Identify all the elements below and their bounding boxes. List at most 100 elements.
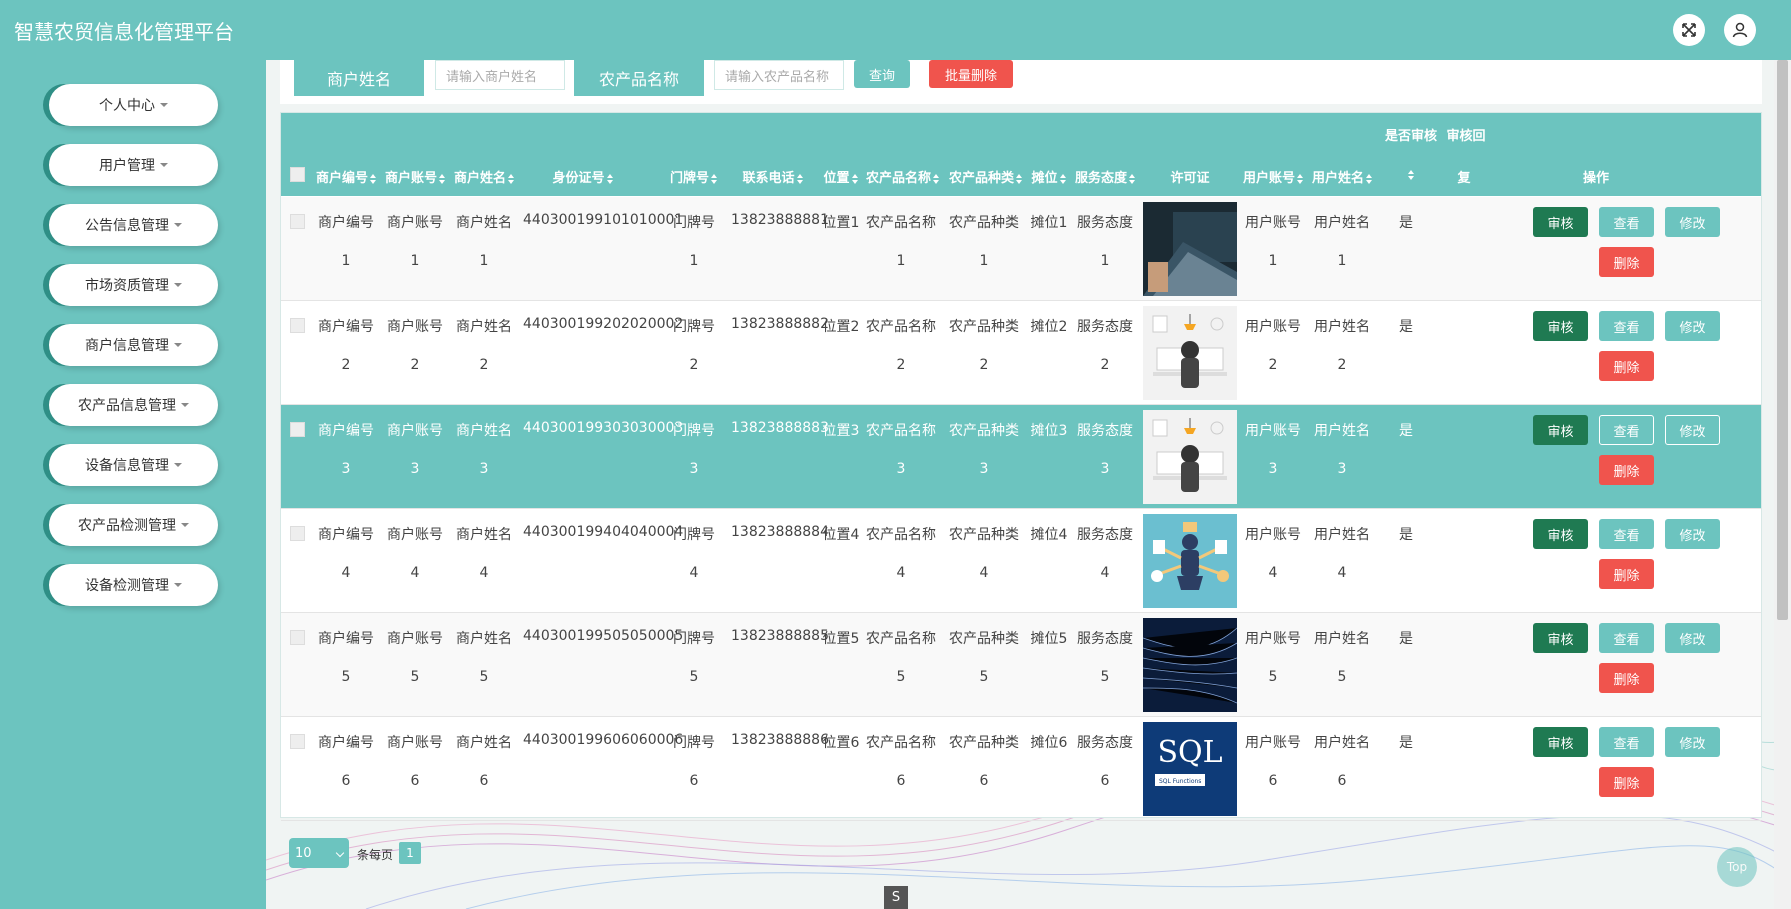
page-size-select[interactable]: 10 bbox=[289, 838, 349, 868]
col-merchant-name[interactable]: 商户姓名 bbox=[454, 167, 515, 186]
scrollbar-thumb[interactable] bbox=[1777, 60, 1788, 620]
fullscreen-button[interactable] bbox=[1673, 14, 1705, 46]
cell-phone: 13823888883 bbox=[731, 420, 829, 436]
merchant-name-input[interactable]: 请输入商户姓名 bbox=[435, 60, 565, 90]
row-checkbox[interactable] bbox=[290, 734, 305, 749]
back-to-top-button[interactable]: Top bbox=[1717, 847, 1757, 887]
view-button[interactable]: 查看 bbox=[1599, 311, 1654, 341]
delete-button[interactable]: 删除 bbox=[1599, 767, 1654, 797]
edit-button[interactable]: 修改 bbox=[1665, 623, 1720, 653]
cell-stall: 摊位1 bbox=[1030, 215, 1068, 231]
sort-icon bbox=[933, 173, 940, 184]
view-button[interactable]: 查看 bbox=[1599, 415, 1654, 445]
delete-button[interactable]: 删除 bbox=[1599, 247, 1654, 277]
edit-button[interactable]: 修改 bbox=[1665, 311, 1720, 341]
batch-delete-button[interactable]: 批量删除 bbox=[929, 60, 1013, 88]
table-row[interactable]: 商户编号 商户账号 商户姓名 440300199202020002 门牌号 1382388… bbox=[281, 301, 1761, 405]
caret-down-icon bbox=[181, 523, 189, 527]
col-id-no[interactable]: 身份证号 bbox=[543, 167, 623, 186]
sidebar-item-product-inspection[interactable]: 农产品检测管理 bbox=[49, 504, 218, 546]
view-button[interactable]: 查看 bbox=[1599, 727, 1654, 757]
sidebar-item-notice-management[interactable]: 公告信息管理 bbox=[49, 204, 218, 246]
col-merchant-account[interactable]: 商户账号 bbox=[385, 167, 446, 186]
col-stall[interactable]: 摊位 bbox=[1029, 167, 1069, 186]
row-checkbox[interactable] bbox=[290, 526, 305, 541]
cell-door-no-number: 2 bbox=[689, 357, 699, 373]
select-all-checkbox[interactable] bbox=[290, 167, 305, 182]
audit-button[interactable]: 审核 bbox=[1533, 207, 1588, 237]
cell-phone: 13823888884 bbox=[731, 524, 829, 540]
cell-product-type-number: 3 bbox=[979, 461, 989, 477]
bottom-tag: S bbox=[884, 886, 908, 909]
cell-merchant-name-number: 3 bbox=[479, 461, 489, 477]
col-actions: 操作 bbox=[1582, 171, 1609, 186]
audit-button[interactable]: 审核 bbox=[1533, 727, 1588, 757]
col-door-no[interactable]: 门牌号 bbox=[669, 167, 719, 186]
cell-product-type-number: 1 bbox=[979, 253, 989, 269]
data-table: 商户编号 商户账号 商户姓名 身份证号 门牌号 联系电话 位置 农产品名称 农产… bbox=[280, 112, 1762, 821]
cell-merchant-name-number: 5 bbox=[479, 669, 489, 685]
delete-button[interactable]: 删除 bbox=[1599, 351, 1654, 381]
cell-merchant-account: 商户账号 bbox=[387, 631, 443, 647]
page-button-current[interactable]: 1 bbox=[399, 842, 421, 864]
audit-button[interactable]: 审核 bbox=[1533, 519, 1588, 549]
cell-product-type: 农产品种类 bbox=[949, 631, 1019, 647]
row-checkbox[interactable] bbox=[290, 214, 305, 229]
col-location[interactable]: 位置 bbox=[821, 167, 861, 186]
row-checkbox[interactable] bbox=[290, 318, 305, 333]
table-row[interactable]: 商户编号 商户账号 商户姓名 440300199101010001 门牌号 1382388… bbox=[281, 197, 1761, 301]
col-user-account[interactable]: 用户账号 bbox=[1243, 167, 1304, 186]
sidebar-item-market-qualification[interactable]: 市场资质管理 bbox=[49, 264, 218, 306]
col-service[interactable]: 服务态度 bbox=[1075, 167, 1136, 186]
product-name-input[interactable]: 请输入农产品名称 bbox=[714, 60, 844, 90]
row-checkbox[interactable] bbox=[290, 422, 305, 437]
sidebar-item-personal-center[interactable]: 个人中心 bbox=[49, 84, 218, 126]
cell-user-account: 用户账号 bbox=[1245, 527, 1301, 543]
view-button[interactable]: 查看 bbox=[1599, 519, 1654, 549]
user-profile-button[interactable] bbox=[1724, 14, 1756, 46]
col-merchant-no[interactable]: 商户编号 bbox=[316, 167, 377, 186]
cell-id-no: 440300199202020002 bbox=[523, 316, 684, 332]
table-row[interactable]: 商户编号 商户账号 商户姓名 440300199606060006 门牌号 1382388… bbox=[281, 717, 1761, 821]
cell-service: 服务态度 bbox=[1077, 735, 1133, 751]
audit-button[interactable]: 审核 bbox=[1533, 311, 1588, 341]
sidebar-item-merchant-management[interactable]: 商户信息管理 bbox=[49, 324, 218, 366]
cell-user-name: 用户姓名 bbox=[1314, 423, 1370, 439]
edit-button[interactable]: 修改 bbox=[1665, 519, 1720, 549]
col-is-audit-sort[interactable] bbox=[1402, 167, 1418, 182]
delete-button[interactable]: 删除 bbox=[1599, 663, 1654, 693]
cell-location: 位置1 bbox=[822, 215, 860, 231]
audit-button[interactable]: 审核 bbox=[1533, 623, 1588, 653]
view-button[interactable]: 查看 bbox=[1599, 623, 1654, 653]
edit-button[interactable]: 修改 bbox=[1665, 207, 1720, 237]
row-checkbox[interactable] bbox=[290, 630, 305, 645]
sidebar-item-device-inspection[interactable]: 设备检测管理 bbox=[49, 564, 218, 606]
sidebar-item-product-management[interactable]: 农产品信息管理 bbox=[49, 384, 218, 426]
query-button[interactable]: 查询 bbox=[854, 60, 910, 88]
table-row[interactable]: 商户编号 商户账号 商户姓名 440300199404040004 门牌号 1382388… bbox=[281, 509, 1761, 613]
col-product-name[interactable]: 农产品名称 bbox=[866, 167, 940, 186]
chevron-down-icon bbox=[335, 848, 345, 858]
sidebar-item-user-management[interactable]: 用户管理 bbox=[49, 144, 218, 186]
edit-button[interactable]: 修改 bbox=[1665, 727, 1720, 757]
table-row[interactable]: 商户编号 商户账号 商户姓名 440300199303030003 门牌号 1382388… bbox=[281, 405, 1761, 509]
col-product-type[interactable]: 农产品种类 bbox=[949, 167, 1023, 186]
sort-icon bbox=[851, 173, 859, 184]
sidebar-item-device-management[interactable]: 设备信息管理 bbox=[49, 444, 218, 486]
vertical-scrollbar[interactable] bbox=[1774, 60, 1791, 909]
sort-icon bbox=[1016, 173, 1023, 184]
audit-button[interactable]: 审核 bbox=[1533, 415, 1588, 445]
col-user-name[interactable]: 用户姓名 bbox=[1312, 167, 1373, 186]
cell-location: 位置5 bbox=[822, 631, 860, 647]
multitask-illustration bbox=[1143, 514, 1237, 608]
view-button[interactable]: 查看 bbox=[1599, 207, 1654, 237]
cell-merchant-no-number: 2 bbox=[341, 357, 351, 373]
delete-button[interactable]: 删除 bbox=[1599, 455, 1654, 485]
col-phone[interactable]: 联系电话 bbox=[738, 167, 808, 186]
cell-product-type-number: 4 bbox=[979, 565, 989, 581]
delete-button[interactable]: 删除 bbox=[1599, 559, 1654, 589]
table-row[interactable]: 商户编号 商户账号 商户姓名 440300199505050005 门牌号 1382388… bbox=[281, 613, 1761, 717]
cell-product-name-number: 3 bbox=[896, 461, 906, 477]
caret-down-icon bbox=[174, 223, 182, 227]
edit-button[interactable]: 修改 bbox=[1665, 415, 1720, 445]
